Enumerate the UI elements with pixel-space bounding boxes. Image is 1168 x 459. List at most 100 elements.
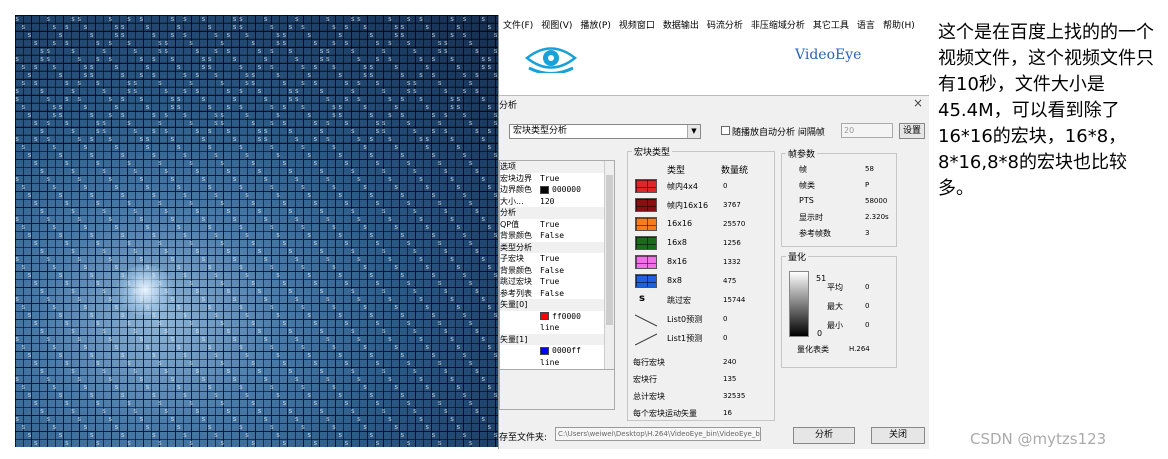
property-row[interactable]: 矢量[1] <box>500 333 614 345</box>
property-value: ff0000 <box>552 311 581 321</box>
menu-item[interactable]: 播放(P) <box>576 18 614 31</box>
mb-type-count: 1332 <box>723 258 741 266</box>
quant-max-label: 51 <box>816 274 827 283</box>
property-row[interactable]: 跳过宏块 True <box>500 276 614 288</box>
property-value-wrap: line <box>540 357 559 369</box>
property-value: 0000ff <box>552 346 581 355</box>
settings-button[interactable]: 设置 <box>899 123 925 139</box>
menu-item[interactable]: 码流分析 <box>703 18 747 31</box>
auto-analyze-checkbox[interactable] <box>721 126 730 135</box>
frame-param-label: 帧 <box>799 165 807 174</box>
property-scrollbar[interactable] <box>604 161 614 369</box>
vector-line-icon <box>634 331 658 346</box>
mb-stat-value: 32535 <box>723 392 746 400</box>
property-key: 矢量[1] <box>500 334 528 344</box>
frame-param-value: 3 <box>865 229 870 237</box>
mb-type-name: List0预测 <box>667 315 703 324</box>
property-row[interactable]: 背景颜色 False <box>500 230 614 242</box>
menu-item[interactable]: 语言 <box>853 18 879 31</box>
mb-stat-label: 总计宏块 <box>633 392 665 401</box>
property-key: 背景颜色 <box>500 231 532 240</box>
interval-input[interactable]: 20 <box>841 123 893 138</box>
property-row[interactable]: 分析 <box>500 207 614 219</box>
property-header: 选项 <box>500 161 614 173</box>
vector-line-icon <box>634 312 658 327</box>
quant-stat-label: 最大 <box>827 302 843 311</box>
logo-area: VideoEye <box>499 33 929 95</box>
property-key <box>500 345 540 357</box>
property-row[interactable]: 矢量[0] <box>500 299 614 311</box>
frame-param-value: P <box>865 181 870 189</box>
property-value-wrap: 120 <box>540 196 554 208</box>
close-button[interactable]: 关闭 <box>871 427 925 444</box>
property-key: 大小... <box>500 196 524 206</box>
property-value: False <box>540 288 565 298</box>
property-value-wrap: True <box>540 219 559 231</box>
analyze-button[interactable]: 分析 <box>793 427 855 444</box>
property-row[interactable]: 背景颜色 False <box>500 265 614 277</box>
brand-name: VideoEye <box>795 47 862 63</box>
property-value-wrap: 0000ff <box>540 345 581 357</box>
property-row[interactable]: 大小... 120 <box>500 196 614 208</box>
mb-col-type: 类型 <box>667 166 686 176</box>
menu-item[interactable]: 视频窗口 <box>615 18 659 31</box>
quant-stat-value: 0 <box>865 302 870 310</box>
auto-analyze-label: 随播放自动分析 间隔帧 <box>732 128 825 138</box>
property-value-wrap: True <box>540 276 559 288</box>
property-key: 子宏块 <box>500 254 524 263</box>
quant-group-label: 量化 <box>786 250 809 263</box>
property-key <box>500 322 540 334</box>
property-row[interactable]: 0000ff <box>500 345 614 357</box>
mb-stat-label: 每行宏块 <box>633 358 665 367</box>
skip-marks-overlay: s s ss s s s s s s ss s s s ss s s s s s… <box>15 15 498 447</box>
property-value-wrap: True <box>540 173 559 185</box>
property-row[interactable]: line <box>500 357 614 369</box>
analysis-type-value: 宏块类型分析 <box>513 126 568 136</box>
property-row[interactable]: 类型分析 <box>500 241 614 253</box>
frame-param-value: 58 <box>865 165 874 173</box>
mb-type-name: 8x16 <box>667 257 688 266</box>
menu-item[interactable]: 帮助(H) <box>879 18 919 31</box>
mb-type-count: 0 <box>723 315 728 323</box>
analysis-type-select[interactable]: 宏块类型分析 ▼ <box>509 124 701 139</box>
property-row[interactable]: line <box>500 322 614 334</box>
quant-stat-label: 平均 <box>827 283 843 292</box>
property-row[interactable]: QP值 True <box>500 219 614 231</box>
menu-item[interactable]: 非压缩域分析 <box>747 18 809 31</box>
mb-color-icon <box>635 179 657 193</box>
property-value: True <box>540 254 560 263</box>
menu-bar: 文件(F) 视图(V) 播放(P) 视频窗口 数据输出 码流分析 非压缩域分析 其它工具 语言帮… <box>499 15 929 33</box>
close-icon[interactable]: × <box>913 96 923 110</box>
property-value: 120 <box>540 196 555 206</box>
property-list[interactable]: 选项 宏块边界 True 边界颜色 000000 大小... 120 分析 QP值 True 背景颜… <box>499 160 615 370</box>
menu-item[interactable]: 数据输出 <box>659 18 703 31</box>
property-row[interactable]: 边界颜色 000000 <box>500 184 614 196</box>
menu-item[interactable]: 其它工具 <box>809 18 853 31</box>
property-value-wrap: False <box>540 288 564 300</box>
mb-type-count: 475 <box>723 277 737 285</box>
color-swatch <box>540 312 549 320</box>
property-row[interactable]: 参考列表 False <box>500 288 614 300</box>
dialog-title: 分析 <box>499 101 518 111</box>
quant-min-label: 0 <box>817 329 823 338</box>
property-row[interactable]: 宏块边界 True <box>500 173 614 185</box>
quant-gradient-bar <box>789 271 809 337</box>
menu-item[interactable]: 视图(V) <box>537 18 576 31</box>
mb-stat-label: 每个宏块运动矢量 <box>633 409 697 418</box>
mb-type-name: 帧内16x16 <box>667 201 709 210</box>
menu-item[interactable]: 文件(F) <box>499 18 537 31</box>
property-row[interactable]: ff0000 <box>500 311 614 323</box>
frame-param-value: 58000 <box>865 197 888 205</box>
property-key: 参考列表 <box>500 288 532 298</box>
frame-param-label: 帧类 <box>799 181 815 190</box>
mb-type-count: 0 <box>723 334 728 342</box>
frame-param-label: PTS <box>799 196 814 205</box>
property-row[interactable]: 子宏块 True <box>500 253 614 265</box>
property-value-wrap: 000000 <box>540 184 581 196</box>
mb-type-count: 3767 <box>723 201 741 209</box>
frame-param-label: 显示时 <box>799 213 823 222</box>
save-path-input[interactable]: C:\Users\weiwei\Desktop\H.264\VideoEye_b… <box>555 427 761 441</box>
analysis-dialog: 分析 × 宏块类型分析 ▼ 随播放自动分析 间隔帧 20 设置 选项 宏块边界 Tr… <box>499 95 929 449</box>
chevron-down-icon[interactable]: ▼ <box>687 125 700 138</box>
mb-color-icon <box>635 255 657 269</box>
